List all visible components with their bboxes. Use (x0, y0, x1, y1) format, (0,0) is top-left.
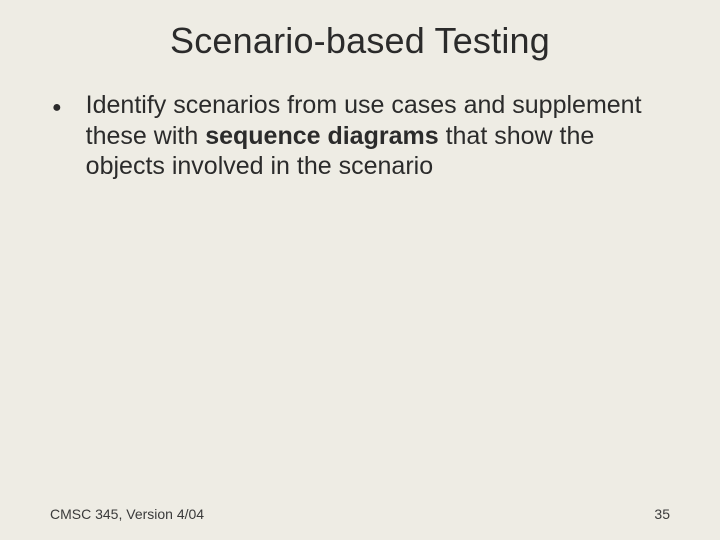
bullet-item: ● Identify scenarios from use cases and … (50, 90, 670, 182)
bullet-text-bold: sequence diagrams (205, 122, 438, 150)
bullet-text: Identify scenarios from use cases and su… (86, 90, 656, 182)
slide-title: Scenario-based Testing (50, 20, 670, 62)
slide: Scenario-based Testing ● Identify scenar… (0, 0, 720, 540)
content-area: ● Identify scenarios from use cases and … (50, 90, 670, 518)
footer-version: CMSC 345, Version 4/04 (50, 506, 204, 522)
footer: CMSC 345, Version 4/04 35 (50, 506, 670, 522)
bullet-marker: ● (52, 99, 62, 117)
page-number: 35 (654, 506, 670, 522)
